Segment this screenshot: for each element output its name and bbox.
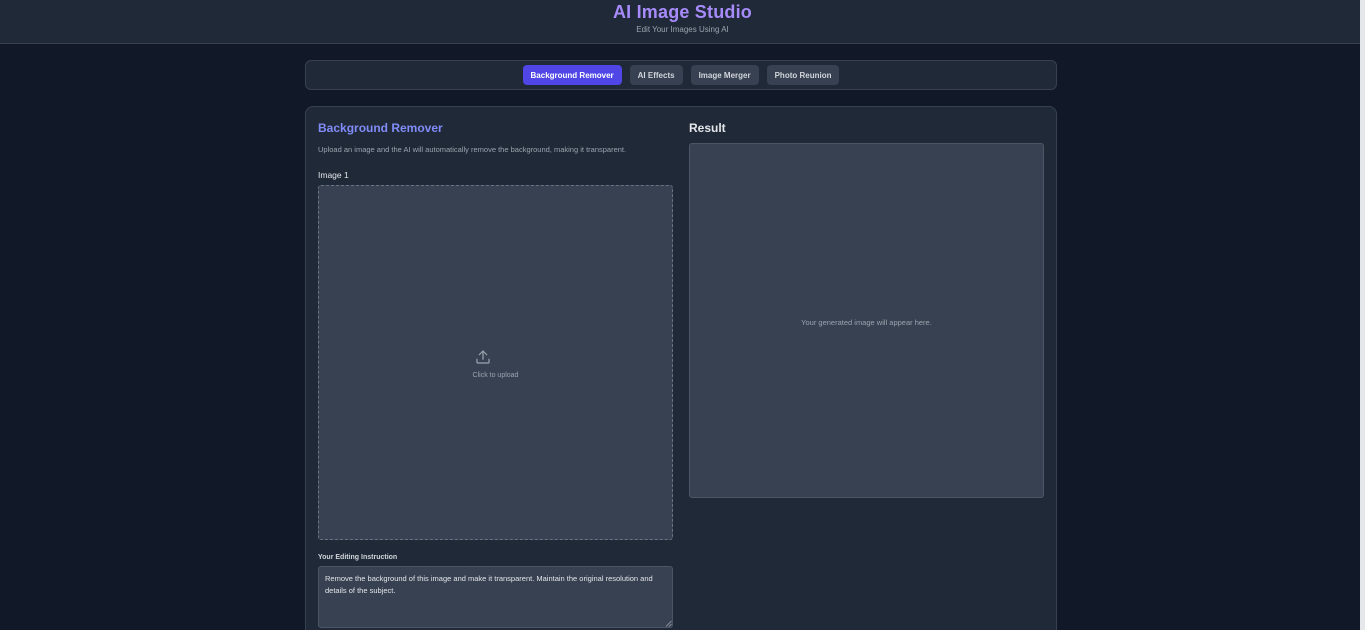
image-upload-dropzone[interactable]: Click to upload [318,185,673,540]
instruction-label: Your Editing Instruction [318,554,398,561]
resize-grip-icon[interactable] [665,620,672,627]
tab-image-merger[interactable]: Image Merger [690,65,759,85]
tool-title: Background Remover [318,121,443,135]
result-title: Result [689,121,726,135]
tool-description: Upload an image and the AI will automati… [318,145,627,154]
tab-background-remover[interactable]: Background Remover [522,65,622,85]
app-title: AI Image Studio [612,2,752,22]
tool-tabs: Background Remover AI Effects Image Merg… [305,60,1057,90]
app-subtitle: Edit Your Images Using AI [636,25,729,34]
page-scrollbar[interactable] [1360,0,1365,630]
tab-ai-effects[interactable]: AI Effects [629,65,683,85]
instruction-textarea[interactable]: Remove the background of this image and … [318,566,673,628]
upload-icon [476,350,490,364]
result-preview: Your generated image will appear here. [689,143,1044,498]
image-1-label: Image 1 [318,170,349,180]
result-placeholder: Your generated image will appear here. [801,318,932,327]
tab-photo-reunion[interactable]: Photo Reunion [766,65,840,85]
editor-card: Background Remover Upload an image and t… [305,106,1057,630]
upload-text: Click to upload [472,372,519,379]
app-header: AI Image Studio Edit Your Images Using A… [0,0,1365,44]
